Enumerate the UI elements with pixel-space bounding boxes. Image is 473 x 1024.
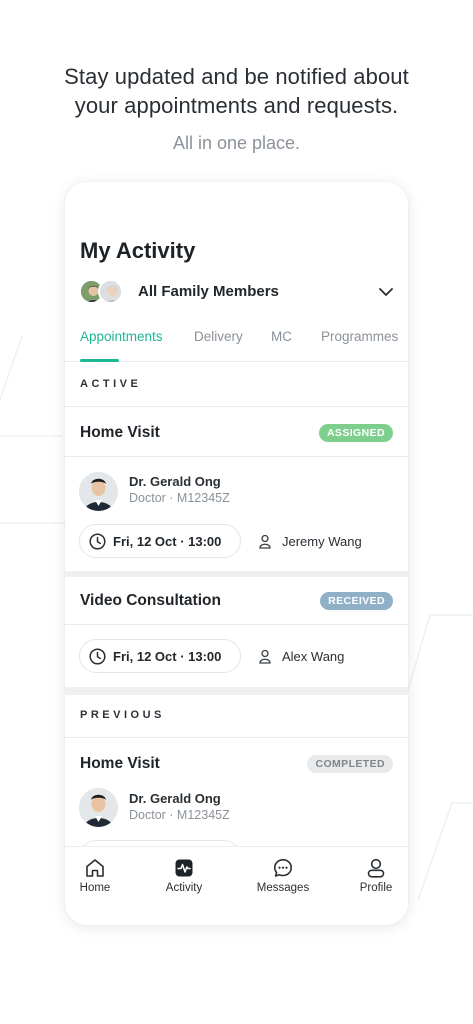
appointment-title: Home Visit (80, 424, 160, 441)
chevron-down-icon (379, 288, 393, 296)
doctor-meta: Doctor · M12345Z (129, 808, 230, 822)
appointment-title: Video Consultation (80, 592, 221, 609)
headline-line-1: Stay updated and be notified about (64, 64, 409, 89)
nav-profile-label: Profile (359, 882, 393, 894)
appointment-time-pill: Fri, 12 Oct · 13:00 (79, 639, 241, 673)
divider (65, 406, 408, 407)
avatar (98, 279, 123, 304)
doctor-avatar (79, 472, 118, 511)
family-member-selector[interactable]: All Family Members (79, 278, 394, 306)
promo-headline: Stay updated and be notified about your … (0, 62, 473, 120)
tab-appointments[interactable]: Appointments (80, 329, 163, 344)
patient-icon (259, 534, 271, 549)
appointment-time-pill: Fri, 12 Oct · 13:00 (79, 524, 241, 558)
doctor-avatar (79, 788, 118, 827)
divider (65, 456, 408, 457)
nav-home[interactable]: Home (65, 857, 130, 894)
divider (65, 737, 408, 738)
bottom-navigation: Home Activity Messages Profile (65, 846, 408, 925)
doctor-name: Dr. Gerald Ong (129, 474, 221, 489)
card-separator (65, 571, 408, 577)
phone-mockup: My Activity All Family Members Appointme… (65, 182, 408, 925)
nav-activity-label: Activity (165, 882, 203, 894)
status-badge: COMPLETED (307, 755, 393, 773)
tab-programmes[interactable]: Programmes (321, 329, 398, 344)
divider (65, 624, 408, 625)
messages-icon (274, 859, 292, 877)
tab-mc[interactable]: MC (271, 329, 292, 344)
status-badge: ASSIGNED (318, 424, 393, 442)
nav-messages-label: Messages (256, 882, 310, 894)
page-title: My Activity (80, 238, 196, 263)
appointment-datetime: Fri, 12 Oct · 13:00 (113, 649, 222, 664)
nav-activity[interactable]: Activity (149, 857, 219, 894)
home-icon (86, 859, 104, 877)
activity-icon (175, 859, 193, 877)
status-badge: RECEIVED (320, 592, 393, 610)
active-tab-indicator (80, 359, 119, 362)
patient-name: Alex Wang (282, 649, 345, 664)
family-avatars (79, 278, 125, 306)
patient-name: Jeremy Wang (282, 534, 362, 549)
family-selector-label: All Family Members (138, 283, 279, 300)
section-label-active: ACTIVE (80, 378, 142, 390)
profile-icon (367, 858, 385, 878)
clock-icon (89, 533, 106, 550)
clock-icon (89, 648, 106, 665)
tab-delivery[interactable]: Delivery (194, 329, 243, 344)
nav-profile[interactable]: Profile (341, 857, 408, 894)
nav-messages[interactable]: Messages (248, 857, 318, 894)
appointment-title: Home Visit (80, 755, 160, 772)
section-label-previous: PREVIOUS (80, 709, 165, 721)
nav-home-label: Home (79, 882, 111, 894)
doctor-name: Dr. Gerald Ong (129, 791, 221, 806)
appointment-datetime: Fri, 12 Oct · 13:00 (113, 534, 222, 549)
activity-tabs: Appointments Delivery MC Programmes (65, 322, 408, 362)
section-separator (65, 687, 408, 695)
patient-icon (259, 649, 271, 664)
doctor-meta: Doctor · M12345Z (129, 491, 230, 505)
headline-line-2: your appointments and requests. (74, 93, 399, 118)
promo-subline: All in one place. (172, 133, 301, 153)
